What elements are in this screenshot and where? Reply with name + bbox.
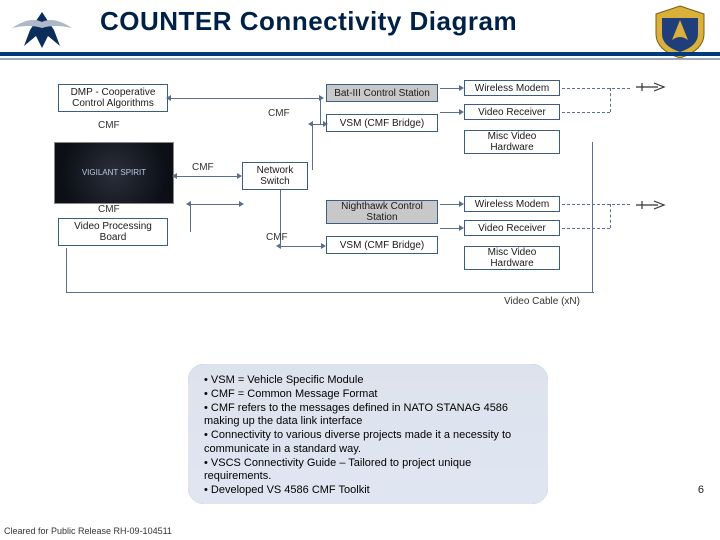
node-vsm2: VSM (CMF Bridge): [326, 236, 438, 254]
header: COUNTER Connectivity Diagram: [0, 0, 720, 68]
label-cmf: CMF: [268, 108, 290, 119]
arrow-icon: [176, 176, 238, 177]
air-force-wings-icon: [6, 6, 78, 54]
connector-line: [190, 204, 191, 232]
node-wireless-modem-2: Wireless Modem: [464, 196, 560, 212]
node-network-switch: Network Switch: [242, 162, 308, 190]
vigilant-spirit-image: VIGILANT SPIRIT: [54, 142, 174, 204]
arrow-icon: [440, 204, 460, 205]
dashed-connector: [562, 88, 630, 89]
arrow-icon: [440, 228, 460, 229]
connector-line: [320, 98, 321, 124]
connectivity-diagram: DMP - Cooperative Control Algorithms CMF…: [20, 80, 700, 340]
arrow-icon: [440, 112, 460, 113]
dashed-connector: [562, 112, 610, 113]
connector-line: [66, 292, 594, 293]
arrow-icon: [440, 88, 460, 89]
aircraft-icon: [634, 198, 668, 212]
label-cmf: CMF: [266, 232, 288, 243]
node-video-receiver-2: Video Receiver: [464, 220, 560, 236]
disclaimer-text: Cleared for Public Release RH-09-104511: [4, 526, 172, 536]
label-cmf: CMF: [98, 204, 120, 215]
arrow-icon: [280, 246, 322, 247]
header-rule-thick: [0, 52, 720, 56]
node-misc-hw-2: Misc Video Hardware: [464, 246, 560, 270]
node-bat3: Bat-III Control Station: [326, 84, 438, 102]
header-rule-thin: [0, 58, 720, 60]
dashed-connector: [562, 204, 630, 205]
dashed-connector: [562, 228, 610, 229]
connector-line: [66, 248, 67, 292]
node-nighthawk: Nighthawk Control Station: [326, 200, 438, 224]
slide: { "header": { "title": "COUNTER Connecti…: [0, 0, 720, 540]
arrow-icon: [312, 124, 324, 125]
node-vsm1: VSM (CMF Bridge): [326, 114, 438, 132]
node-wireless-modem-1: Wireless Modem: [464, 80, 560, 96]
node-video-processing: Video Processing Board: [58, 218, 168, 246]
label-video-cable: Video Cable (xN): [504, 296, 580, 307]
connector-line: [592, 258, 593, 292]
node-video-receiver-1: Video Receiver: [464, 104, 560, 120]
connector-line: [312, 124, 313, 170]
page-number: 6: [698, 484, 704, 496]
node-dmp: DMP - Cooperative Control Algorithms: [58, 84, 168, 112]
aircraft-icon: [634, 80, 668, 94]
label-cmf: CMF: [98, 120, 120, 131]
label-cmf: CMF: [192, 162, 214, 173]
node-misc-hw-1: Misc Video Hardware: [464, 130, 560, 154]
arrow-icon: [170, 98, 320, 99]
legend-callout: [188, 364, 548, 504]
dashed-connector: [610, 204, 611, 228]
arrow-icon: [190, 204, 240, 205]
dashed-connector: [610, 88, 611, 112]
page-title: COUNTER Connectivity Diagram: [100, 6, 720, 37]
